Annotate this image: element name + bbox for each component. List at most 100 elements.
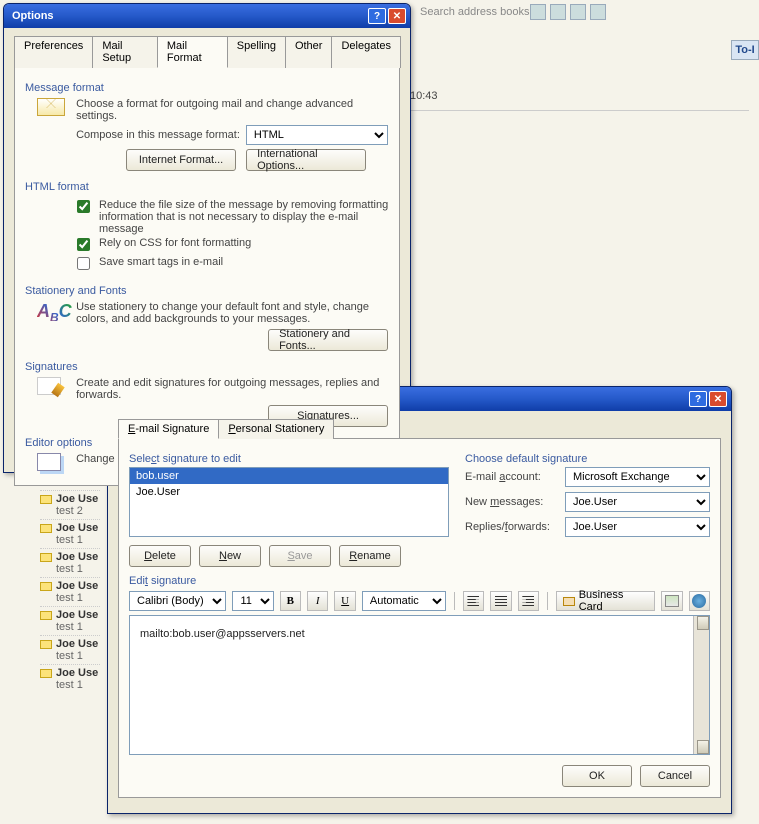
divider — [410, 110, 749, 111]
smart-tags-checkbox[interactable] — [77, 257, 90, 270]
align-center-button[interactable] — [490, 591, 511, 611]
envelope-icon — [40, 553, 52, 562]
card-icon — [563, 597, 575, 606]
italic-button[interactable]: I — [307, 591, 328, 611]
signature-list[interactable]: bob.userJoe.User — [129, 467, 449, 537]
email-account-select[interactable]: Microsoft Exchange — [565, 467, 710, 487]
international-options-button[interactable]: International Options... — [246, 149, 366, 171]
underline-button[interactable]: U — [334, 591, 355, 611]
search-placeholder[interactable]: Search address books — [420, 6, 529, 18]
stationery-fonts-button[interactable]: Stationery and Fonts... — [268, 329, 388, 351]
envelope-icon — [40, 524, 52, 533]
signatures-dialog: Signatures and Stationery ? ✕ E-mail Sig… — [107, 386, 732, 814]
align-right-button[interactable] — [518, 591, 539, 611]
signature-editor[interactable]: mailto:bob.user@appsservers.net — [129, 615, 710, 755]
compose-format-select[interactable]: HTML — [246, 125, 388, 145]
header-time: 10:43 — [410, 90, 438, 102]
contact-icon[interactable] — [570, 4, 586, 20]
tab-mail-setup[interactable]: Mail Setup — [92, 36, 158, 68]
todo-bar[interactable]: To-I — [731, 40, 759, 60]
stationery-heading: Stationery and Fonts — [25, 285, 389, 297]
signature-item[interactable]: bob.user — [130, 468, 448, 484]
options-title: Options — [8, 10, 366, 22]
message-list-item[interactable]: Joe Usetest 1 — [40, 548, 100, 577]
rely-css-label: Rely on CSS for font formatting — [99, 237, 251, 249]
help-button[interactable]: ? — [368, 8, 386, 24]
tab-e-mail-signature[interactable]: E-mail Signature — [118, 419, 219, 439]
addressbook-icon[interactable] — [550, 4, 566, 20]
choose-default-label: Choose default signature — [465, 453, 710, 465]
signature-content: mailto:bob.user@appsservers.net — [140, 628, 699, 640]
bold-button[interactable]: B — [280, 591, 301, 611]
abc-icon: ABC — [37, 301, 72, 321]
insert-hyperlink-button[interactable] — [689, 591, 710, 611]
options-tabs: PreferencesMail SetupMail FormatSpelling… — [14, 36, 400, 68]
signature-icon — [37, 377, 61, 395]
replies-forwards-label: Replies/forwards: — [465, 521, 565, 533]
message-list-item[interactable]: Joe Usetest 1 — [40, 635, 100, 664]
envelope-icon — [40, 495, 52, 504]
tab-other[interactable]: Other — [285, 36, 333, 68]
font-color-select[interactable]: Automatic — [362, 591, 446, 611]
message-format-heading: Message format — [25, 82, 389, 94]
tab-spelling[interactable]: Spelling — [227, 36, 286, 68]
globe-icon — [692, 594, 706, 608]
options-dialog: Options ? ✕ PreferencesMail SetupMail Fo… — [3, 3, 411, 473]
font-family-select[interactable]: Calibri (Body) — [129, 591, 226, 611]
ok-button[interactable]: OK — [562, 765, 632, 787]
html-format-heading: HTML format — [25, 181, 389, 193]
compose-format-label: Compose in this message format: — [76, 129, 240, 141]
editor-text: Change — [76, 453, 115, 465]
rename-button[interactable]: Rename — [339, 545, 401, 567]
tab-personal-stationery[interactable]: Personal Stationery — [218, 419, 334, 439]
scrollbar[interactable] — [693, 616, 709, 754]
cancel-button[interactable]: Cancel — [640, 765, 710, 787]
replies-forwards-select[interactable]: Joe.User — [565, 517, 710, 537]
signatures-text: Create and edit signatures for outgoing … — [76, 377, 388, 401]
new-messages-select[interactable]: Joe.User — [565, 492, 710, 512]
editor-icon — [37, 453, 61, 471]
close-button[interactable]: ✕ — [388, 8, 406, 24]
tab-delegates[interactable]: Delegates — [331, 36, 401, 68]
new-button[interactable]: New — [199, 545, 261, 567]
email-account-label: E-mail account: — [465, 471, 565, 483]
business-card-button[interactable]: Business Card — [556, 591, 655, 611]
envelope-icon — [40, 582, 52, 591]
envelope-icon — [40, 669, 52, 678]
edit-signature-label: Edit signature — [129, 575, 710, 587]
signature-item[interactable]: Joe.User — [130, 484, 448, 500]
internet-format-button[interactable]: Internet Format... — [126, 149, 236, 171]
delete-button[interactable]: Delete — [129, 545, 191, 567]
signatures-tabs: E-mail SignaturePersonal Stationery — [118, 419, 721, 439]
options-titlebar[interactable]: Options ? ✕ — [4, 4, 410, 28]
envelope-icon — [37, 98, 65, 116]
tab-preferences[interactable]: Preferences — [14, 36, 93, 68]
message-list-item[interactable]: Joe Usetest 1 — [40, 519, 100, 548]
message-list: Joe Usetest 2Joe Usetest 1Joe Usetest 1J… — [40, 490, 100, 693]
smart-tags-label: Save smart tags in e-mail — [99, 256, 223, 268]
envelope-icon — [40, 611, 52, 620]
select-signature-label: Select signature to edit — [129, 453, 449, 465]
close-button[interactable]: ✕ — [709, 391, 727, 407]
misc-icon[interactable] — [590, 4, 606, 20]
picture-icon — [665, 595, 679, 607]
help-icon[interactable] — [530, 4, 546, 20]
signature-toolbar: Calibri (Body) 11 B I U Automatic Busine… — [129, 591, 710, 611]
rely-css-checkbox[interactable] — [77, 238, 90, 251]
reduce-filesize-checkbox[interactable] — [77, 200, 90, 213]
align-left-button[interactable] — [463, 591, 484, 611]
save-button[interactable]: Save — [269, 545, 331, 567]
tab-mail-format[interactable]: Mail Format — [157, 36, 228, 68]
email-signature-panel: Select signature to edit bob.userJoe.Use… — [118, 438, 721, 798]
message-list-item[interactable]: Joe Usetest 1 — [40, 664, 100, 693]
message-list-item[interactable]: Joe Usetest 1 — [40, 577, 100, 606]
reduce-filesize-label: Reduce the file size of the message by r… — [99, 199, 389, 235]
insert-picture-button[interactable] — [661, 591, 682, 611]
signatures-heading: Signatures — [25, 361, 389, 373]
help-button[interactable]: ? — [689, 391, 707, 407]
separator — [547, 592, 548, 610]
new-messages-label: New messages: — [465, 496, 565, 508]
font-size-select[interactable]: 11 — [232, 591, 273, 611]
message-list-item[interactable]: Joe Usetest 1 — [40, 606, 100, 635]
toolbar-icons — [530, 4, 606, 20]
